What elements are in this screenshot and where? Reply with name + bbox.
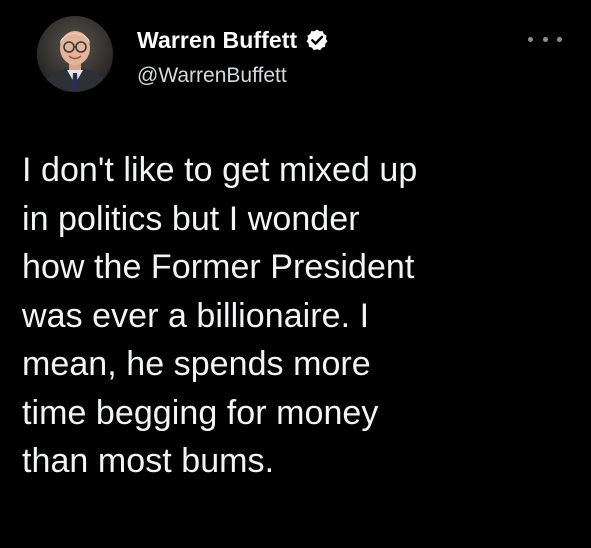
- more-horizontal-icon-dot: [542, 36, 548, 42]
- tweet-text-line: how the Former President: [22, 248, 415, 286]
- tweet-text-line: I don't like to get mixed up: [22, 151, 418, 189]
- tweet-text-line: than most bums.: [22, 442, 275, 480]
- more-horizontal-icon-dot: [557, 36, 562, 42]
- author-handle[interactable]: @WarrenBuffett: [137, 64, 287, 88]
- tweet-card: Warren Buffett @WarrenBuffett I don't li…: [0, 0, 591, 548]
- tweet-text-line: time begging for money: [22, 393, 379, 432]
- avatar-portrait-icon: [37, 16, 113, 92]
- tweet-text: I don't like to get mixed up in politics…: [22, 146, 578, 486]
- more-horizontal-icon: [528, 36, 533, 42]
- more-options-button[interactable]: [528, 32, 562, 46]
- tweet-text-line: in politics but I wonder: [22, 199, 360, 238]
- author-name-row: Warren Buffett: [137, 24, 329, 56]
- tweet-text-line: mean, he spends more: [22, 345, 371, 383]
- avatar[interactable]: [37, 16, 113, 92]
- author-display-name[interactable]: Warren Buffett: [137, 27, 297, 54]
- verified-badge-icon: [305, 28, 329, 52]
- tweet-text-line: was ever a billionaire. I: [22, 296, 370, 335]
